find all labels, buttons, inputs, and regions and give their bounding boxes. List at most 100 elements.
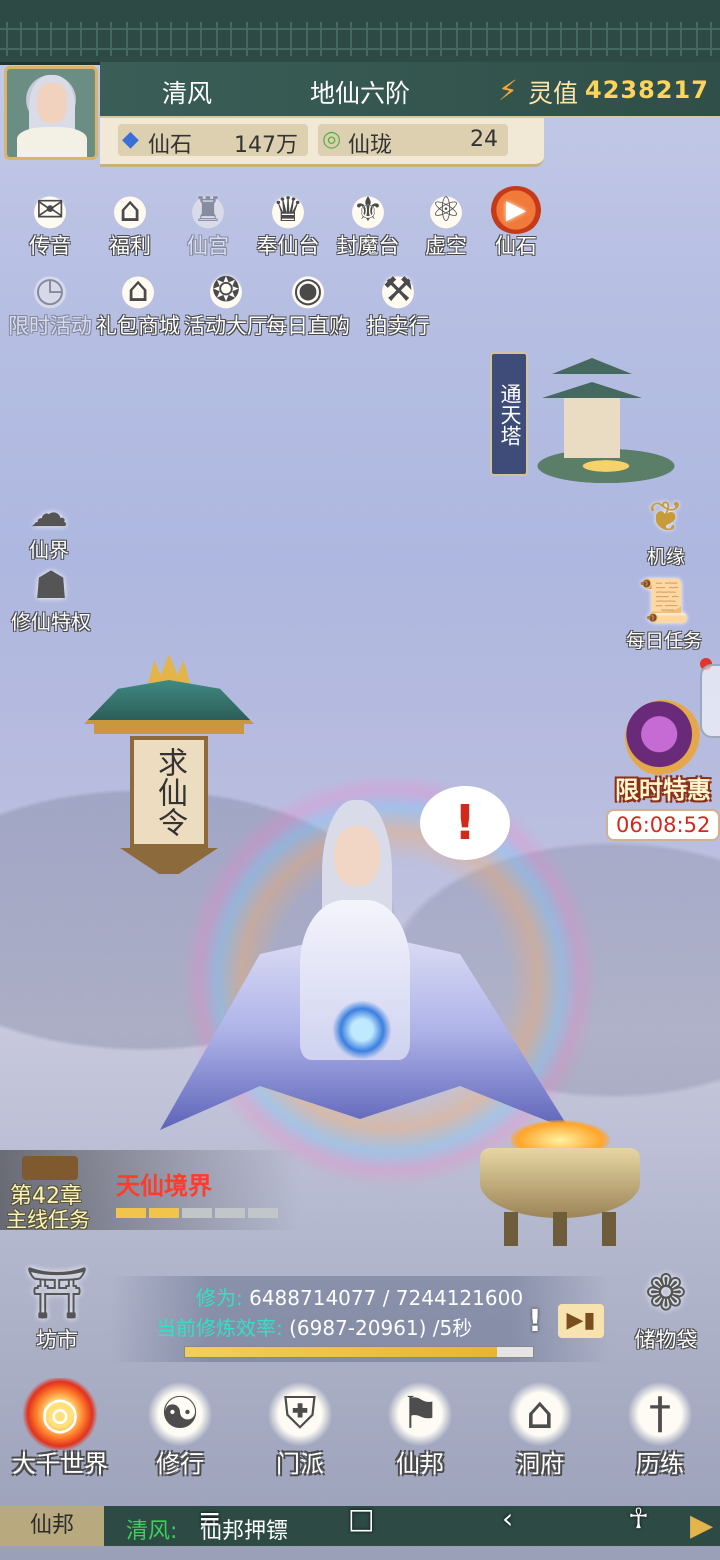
tongtian-tower[interactable]: 通天塔 [490, 318, 690, 498]
yin-yang-icon: ☯ [140, 1378, 220, 1450]
home-icon[interactable]: □ [348, 1502, 374, 1535]
storage-label: 储物袋 [634, 1328, 698, 1352]
nav-lilian[interactable]: † 历练 [600, 1372, 720, 1488]
banner-icon: ⚑ [380, 1378, 460, 1450]
menu-label: 奉仙台 [256, 234, 320, 258]
menu-xianshi-huodong[interactable]: ◷ 限时活动 [8, 266, 92, 344]
limited-offer-label: 限时特惠 [615, 776, 711, 804]
seal-icon: ⚜ [339, 186, 397, 234]
menu-paimaihang[interactable]: ⚒ 拍卖行 [356, 266, 440, 344]
menu-huodong-dating[interactable]: ❂ 活动大厅 [184, 266, 268, 344]
market-button[interactable]: ⛩ 坊市 [12, 1262, 102, 1354]
menu-xiangong[interactable]: ♜ 仙宫 [166, 186, 250, 264]
side-label: 修仙特权 [11, 610, 91, 634]
menu-fuli[interactable]: ⌂ 福利 [88, 186, 172, 264]
quest-realm: 天仙境界 [116, 1172, 212, 1200]
player-rank: 地仙六阶 [310, 79, 411, 108]
quest-progress-segment [215, 1208, 245, 1218]
side-jiyuan[interactable]: ❦ 机缘 [616, 492, 716, 569]
play-icon: ▶ [490, 186, 542, 234]
lightning-icon: ⚡ [498, 74, 518, 107]
timer-icon: ◷ [21, 266, 79, 314]
side-xianjie[interactable]: ☁ 仙界 [4, 490, 94, 563]
side-label: 机缘 [646, 546, 685, 568]
side-meiri-renwu[interactable]: 📜 每日任务 [614, 576, 714, 653]
storage-bag-icon: ❁ [645, 1264, 687, 1322]
menu-label: 拍卖行 [366, 314, 430, 338]
back-icon[interactable]: ‹ [502, 1502, 513, 1535]
limited-offer-timer: 06:08:52 [606, 809, 720, 841]
menu-fengxiantai[interactable]: ♛ 奉仙台 [246, 186, 330, 264]
nav-label: 仙邦 [396, 1450, 444, 1478]
player-header: 清风 地仙六阶 ⚡ 灵值 4238217 ◆ 仙石 147万 ◎ 仙珑 24 [0, 62, 720, 170]
jade-ring-icon: ◎ [322, 127, 342, 152]
quest-progress-segment [182, 1208, 212, 1218]
currency-xianlong[interactable]: ◎ 仙珑 24 [318, 124, 508, 158]
power-value: 4238217 [585, 76, 709, 104]
currency-xianshi[interactable]: ◆ 仙石 147万 [118, 124, 308, 158]
sword-icon: † [620, 1378, 700, 1450]
mainline-quest[interactable]: 第42章 主线任务 天仙境界 [0, 1150, 300, 1232]
vortex-icon: ◎ [20, 1378, 100, 1450]
menu-xianshi-video[interactable]: ▶ 仙石 [474, 186, 558, 264]
accessibility-icon[interactable]: ☥ [628, 1502, 649, 1535]
menu-label: 每日直购 [266, 314, 350, 338]
bottom-nav: ◎ 大千世界 ☯ 修行 ⛨ 门派 ⚑ 仙邦 ⌂ 洞府 † 历练 [0, 1372, 720, 1488]
nav-dongfu[interactable]: ⌂ 洞府 [480, 1372, 600, 1488]
atom-icon: ⚛ [417, 186, 475, 234]
side-label: 仙界 [29, 538, 69, 562]
scroll-icon: 📜 [637, 576, 691, 625]
exclamation-bubble-icon[interactable]: ! [420, 786, 510, 860]
menu-chuanyin[interactable]: ✉ 传音 [8, 186, 92, 264]
menu-label: 礼包商城 [96, 314, 180, 338]
shop-icon: ⌂ [109, 266, 167, 314]
nav-menpai[interactable]: ⛨ 门派 [240, 1372, 360, 1488]
cultivation-xiuwei: 修为: 6488714077 / 7244121600 [196, 1282, 523, 1311]
currency-value: 147万 [234, 133, 298, 158]
menu-fengmotai[interactable]: ⚜ 封魔台 [326, 186, 410, 264]
coin-icon: ◉ [279, 266, 337, 314]
quest-progress-segment [116, 1208, 146, 1218]
quest-progress-segment [248, 1208, 278, 1218]
menu-meiri-zhigou[interactable]: ◉ 每日直购 [266, 266, 350, 344]
avatar[interactable] [4, 66, 98, 160]
menu-label: 传音 [29, 234, 71, 258]
turtle-icon: ☗ [33, 563, 69, 607]
limited-offer[interactable]: 限时特惠 06:08:52 [606, 700, 720, 841]
menu-icon[interactable]: ≡ [198, 1502, 221, 1535]
nav-label: 洞府 [516, 1450, 564, 1478]
fortune-bag-icon: ❦ [648, 492, 684, 541]
altar-icon: ♛ [259, 186, 317, 234]
envelope-icon: ✉ [21, 186, 79, 234]
nav-xiuxing[interactable]: ☯ 修行 [120, 1372, 240, 1488]
quest-type: 主线任务 [6, 1208, 90, 1232]
limited-offer-orb-icon [625, 700, 701, 776]
storage-bag-button[interactable]: ❁ 储物袋 [616, 1262, 716, 1354]
nav-xianbang[interactable]: ⚑ 仙邦 [360, 1372, 480, 1488]
gem-icon: ◆ [122, 127, 139, 152]
currency-strip: ◆ 仙石 147万 ◎ 仙珑 24 [100, 118, 544, 167]
market-pavilion-icon: ⛩ [25, 1264, 89, 1322]
nav-daqian-shijie[interactable]: ◎ 大千世界 [0, 1372, 120, 1488]
tower-label: 通天塔 [490, 352, 528, 476]
rate-label: 当前修炼效率: [156, 1316, 283, 1340]
nav-label: 大千世界 [12, 1450, 108, 1478]
nav-label: 修行 [156, 1450, 204, 1478]
menu-label: 仙石 [495, 234, 537, 258]
side-xiuxian-tequan[interactable]: ☗ 修仙特权 [6, 562, 96, 635]
nav-label: 历练 [636, 1450, 684, 1478]
alert-icon[interactable]: ! [520, 1304, 550, 1340]
xiuwei-label: 修为: [196, 1286, 243, 1310]
top-ornament-bar [0, 0, 720, 65]
currency-label: 仙石 [148, 133, 193, 158]
hall-icon: ❂ [197, 266, 255, 314]
video-ad-icon[interactable]: ▶▮ [558, 1304, 604, 1338]
menu-label: 仙宫 [187, 234, 229, 258]
cultivation-progress-bar [184, 1346, 534, 1358]
alchemy-cauldron[interactable] [460, 1120, 660, 1250]
pavilion-icon: ⌂ [500, 1378, 580, 1450]
palace-icon: ♜ [179, 186, 237, 234]
menu-libao-shangcheng[interactable]: ⌂ 礼包商城 [96, 266, 180, 344]
player-name: 清风 [162, 79, 213, 108]
market-label: 坊市 [36, 1328, 78, 1352]
